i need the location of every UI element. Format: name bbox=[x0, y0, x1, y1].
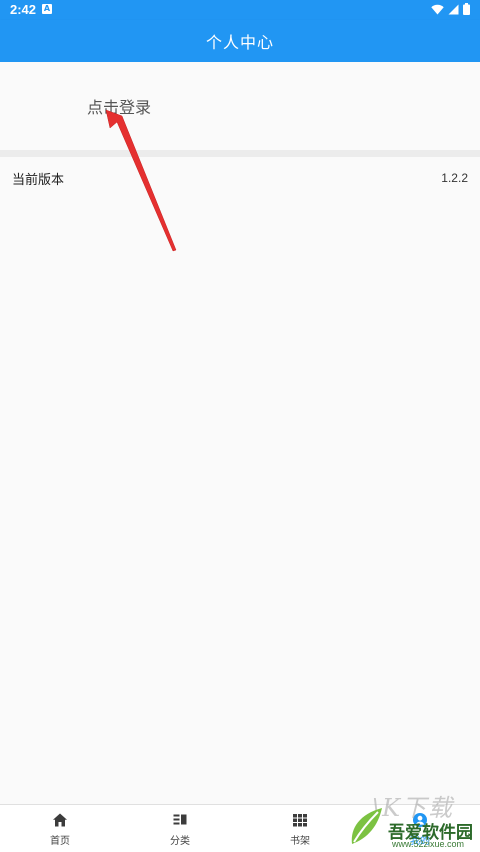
status-icons bbox=[431, 3, 470, 15]
battery-icon bbox=[463, 3, 470, 15]
nav-item-category[interactable]: 分类 bbox=[120, 805, 240, 852]
grid-icon bbox=[293, 813, 307, 826]
signal-icon bbox=[448, 4, 459, 14]
version-row[interactable]: 当前版本 1.2.2 bbox=[0, 157, 480, 199]
login-button[interactable]: 点击登录 bbox=[87, 94, 151, 118]
app-bar: 个人中心 bbox=[0, 20, 480, 62]
profile-icon bbox=[413, 812, 427, 827]
section-divider bbox=[0, 150, 480, 157]
home-icon bbox=[53, 813, 67, 826]
bottom-nav: 首页 分类 书架 我的 bbox=[0, 804, 480, 852]
notification-icon: A bbox=[42, 4, 52, 14]
category-icon bbox=[173, 814, 187, 824]
status-time: 2:42 bbox=[10, 2, 37, 17]
status-bar: 2:42 A bbox=[0, 0, 480, 20]
login-section: 点击登录 bbox=[0, 62, 480, 150]
version-label: 当前版本 bbox=[12, 172, 65, 188]
nav-label-home: 首页 bbox=[50, 835, 70, 847]
nav-item-bookshelf[interactable]: 书架 bbox=[240, 805, 360, 852]
nav-label-category: 分类 bbox=[170, 835, 190, 847]
version-value: 1.2.2 bbox=[441, 171, 468, 185]
nav-item-home[interactable]: 首页 bbox=[0, 805, 120, 852]
wifi-icon bbox=[431, 4, 444, 14]
screen: 2:42 A 个人中心 点击登录 当前版本 1.2.2 首页 分类 书架 我的 … bbox=[0, 0, 480, 852]
nav-label-profile: 我的 bbox=[410, 835, 430, 847]
nav-item-profile[interactable]: 我的 bbox=[360, 805, 480, 852]
nav-label-bookshelf: 书架 bbox=[290, 835, 310, 847]
page-title: 个人中心 bbox=[205, 33, 274, 52]
